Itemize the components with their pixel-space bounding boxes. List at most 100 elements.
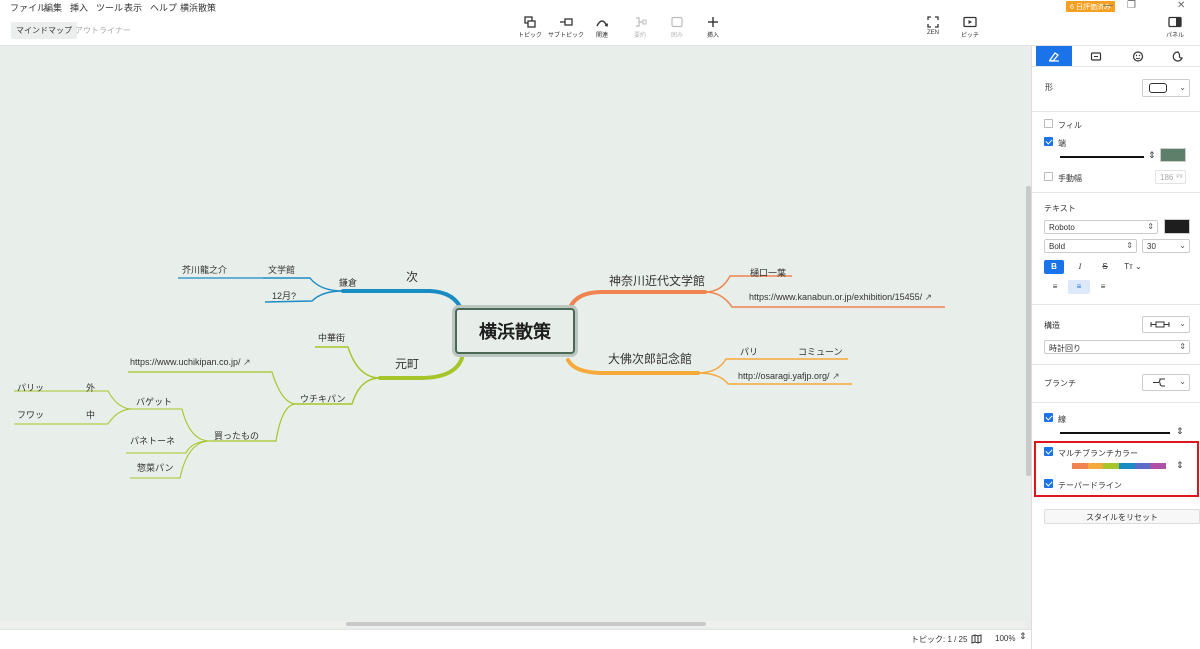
subtopic-month[interactable]: 12月?: [272, 289, 296, 302]
font-weight-select[interactable]: Bold ⇕: [1044, 239, 1137, 253]
reset-style-button[interactable]: スタイルをリセット: [1044, 509, 1200, 524]
manual-width-checkbox[interactable]: [1044, 172, 1053, 181]
subtopic-pari[interactable]: パリ: [740, 345, 758, 358]
kanabun-url[interactable]: https://www.kanabun.or.jp/exhibition/154…: [749, 292, 922, 302]
border-checkbox[interactable]: [1044, 137, 1053, 146]
font-color-swatch[interactable]: [1164, 219, 1190, 234]
subtopic-uchikipan[interactable]: ウチキパン: [300, 392, 345, 405]
structure-select[interactable]: ⌄: [1142, 316, 1190, 333]
fill-checkbox[interactable]: [1044, 119, 1053, 128]
topic-tsugi[interactable]: 次: [406, 268, 418, 285]
horizontal-scrollbar[interactable]: [0, 621, 1026, 627]
topic-motomachi[interactable]: 元町: [395, 355, 419, 372]
panel-button[interactable]: パネル: [1155, 16, 1195, 39]
topic-label: トピック: [517, 33, 542, 39]
pitch-label: ピッチ: [960, 33, 979, 39]
subtopic-chukagai[interactable]: 中華街: [318, 331, 345, 344]
link-kanabun[interactable]: https://www.kanabun.or.jp/exhibition/154…: [749, 292, 932, 303]
subtopic-commune[interactable]: コミューン: [798, 345, 843, 358]
font-select[interactable]: Roboto ⇕: [1044, 220, 1158, 234]
subtopic-paripari[interactable]: パリッ: [17, 381, 44, 394]
subtopic-kamakura[interactable]: 鎌倉: [339, 276, 357, 289]
external-link-icon[interactable]: ↗: [925, 292, 933, 302]
manual-width-label: 手動幅: [1058, 174, 1082, 183]
tab-map[interactable]: [1078, 46, 1114, 66]
zoom-stepper-icon[interactable]: ⇕: [1019, 631, 1027, 642]
osaragi-url[interactable]: http://osaragi.yafjp.org/: [738, 371, 830, 381]
subtopic-bungakukan[interactable]: 文学館: [268, 263, 295, 276]
strikethrough-button[interactable]: S: [1095, 260, 1115, 274]
stepper-icon: ⇕: [1179, 342, 1186, 351]
multi-branch-color-checkbox[interactable]: [1044, 447, 1053, 456]
border-width-stepper-icon[interactable]: ⇕: [1148, 150, 1156, 161]
tab-mindmap[interactable]: マインドマップ: [11, 22, 77, 39]
subtopic-soto[interactable]: 外: [86, 381, 95, 394]
structure-icon: [1150, 321, 1170, 328]
line-checkbox[interactable]: [1044, 413, 1053, 422]
plus-icon: [708, 17, 718, 27]
zoom-level[interactable]: 100%: [995, 634, 1015, 643]
tab-theme[interactable]: [1160, 46, 1196, 66]
zen-icon: [927, 16, 939, 28]
manual-width-input[interactable]: 186 PX: [1155, 170, 1186, 184]
align-center-icon[interactable]: ≡: [1068, 280, 1090, 294]
link-uchikipan[interactable]: https://www.uchikipan.co.jp/ ↗: [130, 357, 251, 368]
relationship-label: 関連: [595, 33, 608, 39]
external-link-icon[interactable]: ↗: [832, 371, 840, 381]
align-right-icon[interactable]: ≡: [1092, 280, 1114, 294]
border-label: 端: [1058, 139, 1066, 148]
subtopic-panettone[interactable]: パネトーネ: [130, 434, 175, 447]
text-case-button[interactable]: Tт ⌄: [1120, 260, 1146, 274]
tapered-line-checkbox[interactable]: [1044, 479, 1053, 488]
italic-button[interactable]: I: [1070, 260, 1090, 274]
palette-stepper-icon[interactable]: ⇕: [1176, 460, 1184, 471]
subtopic-katta[interactable]: 買ったもの: [214, 429, 259, 442]
tab-style[interactable]: [1036, 46, 1072, 66]
topic-button[interactable]: トピック: [510, 16, 550, 39]
shape-select[interactable]: ⌄: [1142, 79, 1190, 97]
subtopic-button[interactable]: サブトピック: [546, 16, 586, 39]
boundary-icon: [671, 16, 683, 28]
subtopic-baguette[interactable]: バゲット: [136, 395, 172, 408]
topic-osaragi[interactable]: 大佛次郎記念館: [608, 350, 692, 367]
close-icon[interactable]: ✕: [1177, 0, 1185, 11]
mindmap-canvas[interactable]: 横浜散策 次 鎌倉 文学館 芥川龍之介 12月? 元町 中華街 ウチキパン ht…: [0, 46, 1031, 631]
uchikipan-url[interactable]: https://www.uchikipan.co.jp/: [130, 357, 241, 367]
external-link-icon[interactable]: ↗: [243, 357, 251, 367]
line-width-stepper-icon[interactable]: ⇕: [1176, 426, 1184, 437]
boundary-label: 囲み: [670, 33, 683, 39]
structure-direction-value: 時計回り: [1049, 344, 1081, 353]
manual-width-value: 186: [1160, 173, 1174, 182]
insert-button[interactable]: 挿入: [693, 16, 733, 39]
align-left-icon[interactable]: ≡: [1044, 280, 1066, 294]
rainbow-palette[interactable]: [1072, 463, 1167, 469]
border-color-swatch[interactable]: [1160, 148, 1186, 162]
structure-direction-select[interactable]: 時計回り ⇕: [1044, 340, 1190, 354]
tab-outliner[interactable]: アウトライナー: [70, 22, 136, 39]
text-label: テキスト: [1044, 204, 1076, 213]
horizontal-scroll-thumb[interactable]: [346, 622, 706, 626]
pitch-button[interactable]: ピッチ: [950, 16, 990, 39]
zen-button[interactable]: ZEN: [913, 16, 953, 36]
font-value: Roboto: [1049, 223, 1075, 232]
minimize-icon[interactable]: —: [1103, 0, 1113, 11]
topic-kanagawa-bungakukan[interactable]: 神奈川近代文学館: [609, 272, 705, 289]
font-weight-value: Bold: [1049, 242, 1066, 251]
subtopic-label: サブトピック: [547, 33, 584, 39]
subtopic-souzai[interactable]: 惣菜パン: [137, 461, 173, 474]
boundary-button[interactable]: 囲み: [657, 16, 697, 39]
map-icon[interactable]: [971, 634, 982, 644]
maximize-icon[interactable]: ❐: [1127, 0, 1136, 11]
tab-emoji[interactable]: [1120, 46, 1156, 66]
branch-style-select[interactable]: ⌄: [1142, 374, 1190, 391]
subtopic-naka[interactable]: 中: [86, 408, 95, 421]
subtopic-higuchi[interactable]: 樋口一葉: [750, 266, 786, 279]
link-osaragi[interactable]: http://osaragi.yafjp.org/ ↗: [738, 371, 840, 382]
summary-button[interactable]: 要約: [620, 16, 660, 39]
subtopic-akutagawa[interactable]: 芥川龍之介: [182, 263, 227, 276]
subtopic-fuwa[interactable]: フワッ: [17, 408, 44, 421]
bold-button[interactable]: B: [1044, 260, 1064, 274]
relationship-button[interactable]: 関連: [582, 16, 622, 39]
central-topic[interactable]: 横浜散策: [455, 308, 575, 354]
font-size-select[interactable]: 30 ⌄: [1142, 239, 1190, 253]
